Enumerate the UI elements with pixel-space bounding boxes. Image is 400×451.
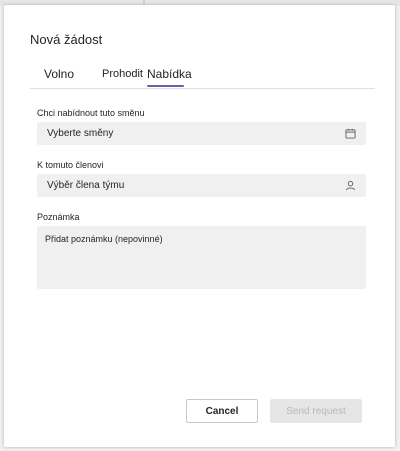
request-type-tabs: Volno Prohodit Nabídka: [30, 67, 375, 89]
person-icon: [345, 180, 356, 191]
member-select-field[interactable]: Výběr člena týmu: [37, 174, 366, 197]
tab-volno[interactable]: Volno: [44, 67, 74, 81]
calendar-icon: [345, 128, 356, 139]
send-request-button[interactable]: Send request: [270, 399, 362, 423]
new-request-dialog: Nová žádost Volno Prohodit Nabídka Chci …: [4, 5, 395, 447]
member-field-label: K tomuto členovi: [37, 160, 104, 170]
cancel-button[interactable]: Cancel: [186, 399, 258, 423]
tab-prohodit[interactable]: Prohodit: [102, 68, 143, 80]
note-textarea[interactable]: Přidat poznámku (nepovinné): [37, 226, 366, 289]
shift-field-label: Chci nabídnout tuto směnu: [37, 108, 145, 118]
shift-select-field[interactable]: Vyberte směny: [37, 122, 366, 145]
note-placeholder: Přidat poznámku (nepovinné): [45, 234, 163, 244]
tab-nabidka[interactable]: Nabídka: [147, 67, 192, 81]
active-tab-indicator: [147, 85, 184, 87]
dialog-title: Nová žádost: [30, 32, 103, 47]
member-select-placeholder: Výběr člena týmu: [47, 180, 125, 191]
shift-select-placeholder: Vyberte směny: [47, 128, 114, 139]
note-field-label: Poznámka: [37, 212, 80, 222]
